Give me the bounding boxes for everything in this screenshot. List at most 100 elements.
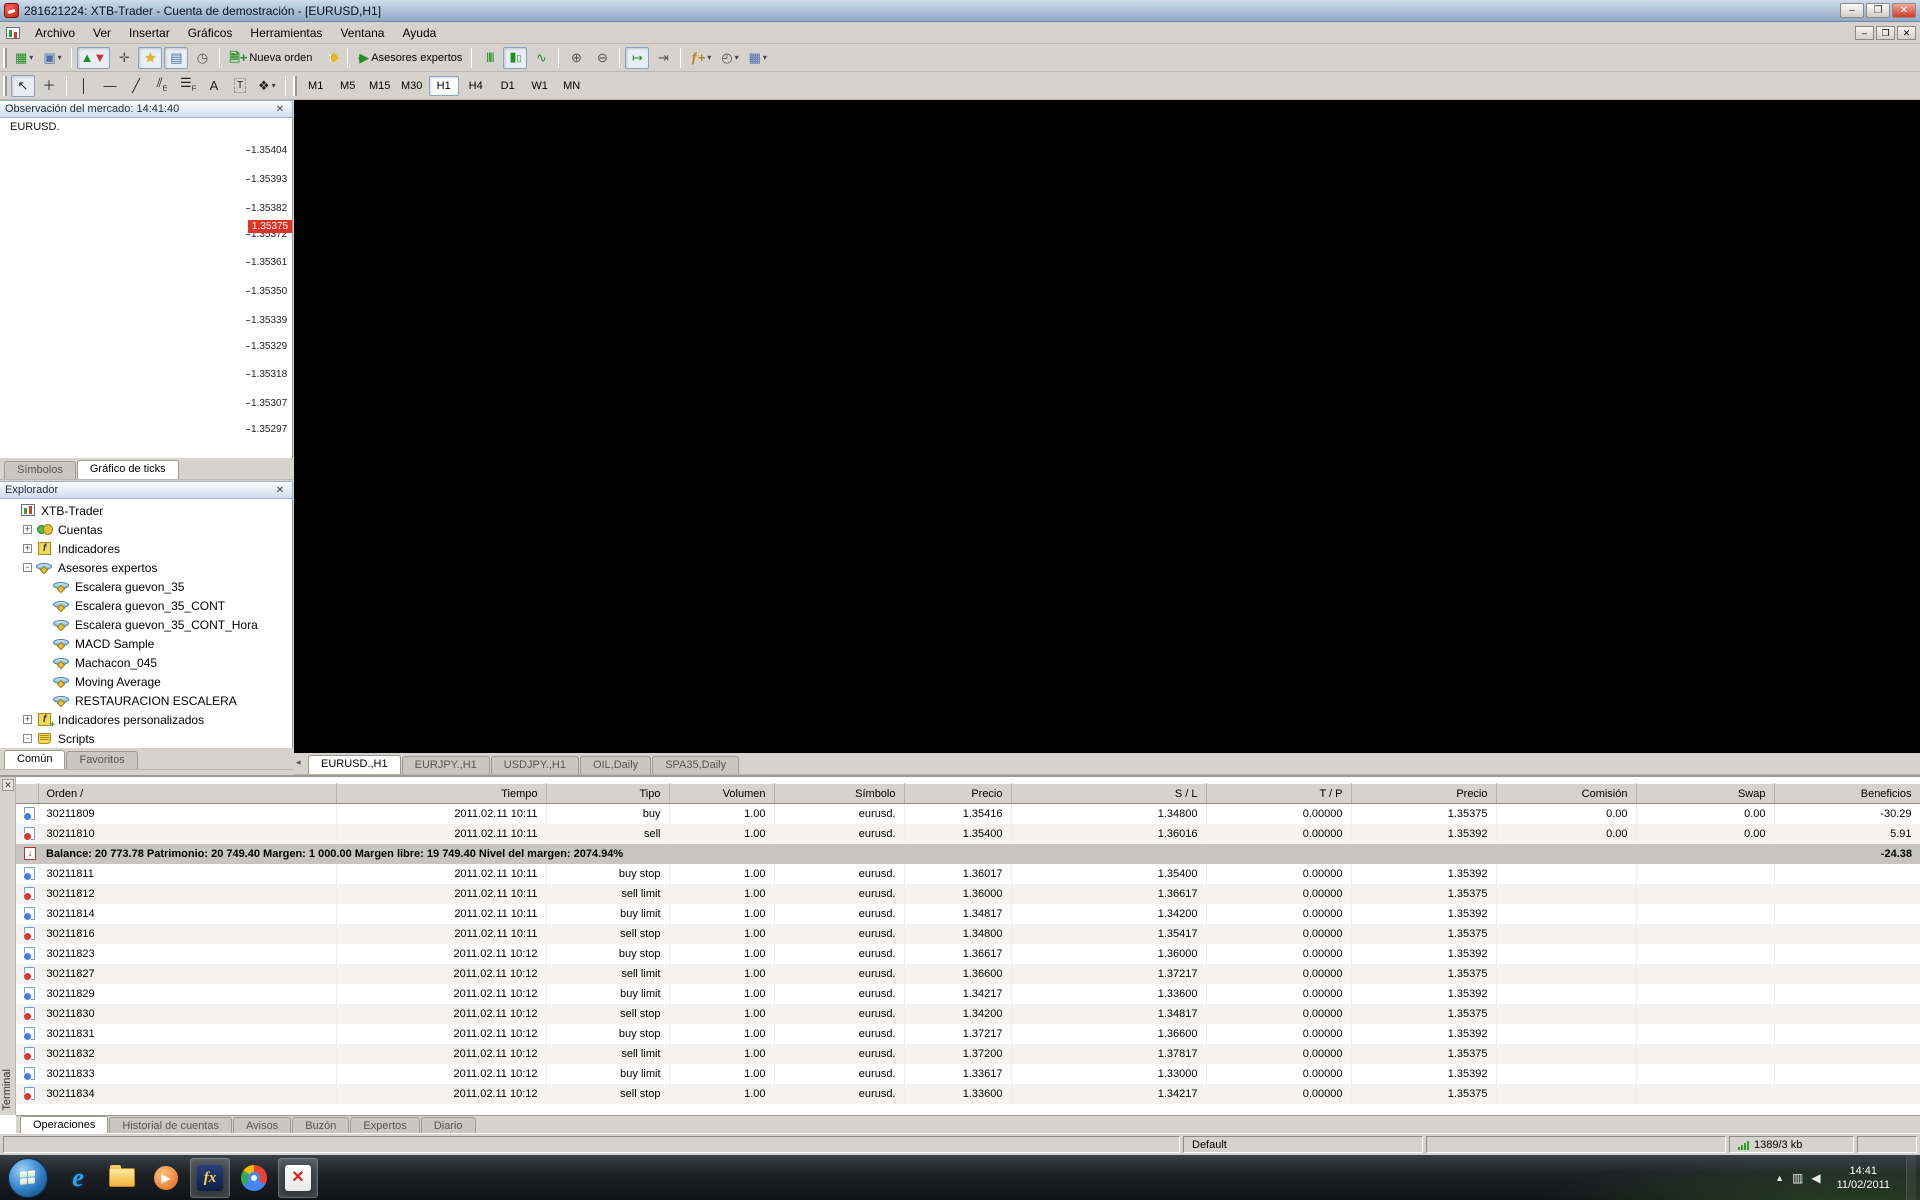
order-row[interactable]: 30211832 2011.02.11 10:12 sell limit 1.00 eu… [16, 1043, 1920, 1064]
chart-tab-eurjpy-h1[interactable]: EURJPY.,H1 [401, 756, 490, 774]
order-row[interactable]: 30211811 2011.02.11 10:11 buy stop 1.00 euru… [16, 863, 1920, 884]
candlestick-button[interactable]: ▮▯ [503, 46, 528, 69]
tick-chart[interactable] [0, 118, 293, 458]
show-desktop-button[interactable] [1906, 1155, 1916, 1200]
timeframe-m5[interactable]: M5 [333, 76, 363, 96]
timeframe-w1[interactable]: W1 [525, 76, 555, 96]
market-watch-button[interactable]: ▲▼ [76, 46, 111, 69]
taskbar-metaeditor-icon[interactable]: fx [190, 1157, 230, 1198]
tab-com-n[interactable]: Común [4, 750, 66, 769]
orders-header-T / P[interactable]: T / P [1206, 783, 1352, 804]
profiles-button[interactable]: ▣ ▾ [39, 47, 65, 69]
menu-herramientas[interactable]: Herramientas [241, 23, 331, 43]
orders-header-Comisión[interactable]: Comisión [1496, 783, 1637, 804]
zoom-in-button[interactable]: ⊕ [564, 47, 588, 69]
collapse-icon[interactable]: - [23, 734, 32, 743]
alert-button[interactable]: ◆! [318, 47, 342, 69]
market-watch-close-icon[interactable]: ✕ [273, 104, 287, 115]
chart-tab-usdjpy-h1[interactable]: USDJPY.,H1 [490, 756, 579, 774]
taskbar-chrome-icon[interactable] [234, 1158, 274, 1198]
terminal-button[interactable]: ▤ [164, 46, 189, 69]
taskbar-clock[interactable]: 14:41 11/02/2011 [1829, 1164, 1898, 1192]
expand-icon[interactable]: + [23, 525, 32, 534]
order-row[interactable]: 30211834 2011.02.11 10:12 sell stop 1.00 eur… [16, 1083, 1920, 1104]
trendline-tool[interactable]: ╱ [124, 75, 148, 97]
templates-button[interactable]: ▦ ▾ [745, 47, 771, 69]
orders-header-S / L[interactable]: S / L [1011, 783, 1207, 804]
menu-gráficos[interactable]: Gráficos [179, 23, 242, 43]
timeframe-m30[interactable]: M30 [397, 76, 427, 96]
timeframe-h4[interactable]: H4 [461, 76, 491, 96]
orders-header-Precio[interactable]: Precio [904, 783, 1012, 804]
new-order-button[interactable]: 🗎+ Nueva orden [225, 47, 316, 69]
strategy-tester-button[interactable]: ◷ [190, 47, 214, 69]
timeframe-h1[interactable]: H1 [428, 75, 459, 96]
timeframe-m15[interactable]: M15 [365, 76, 395, 96]
tree-item-macd-sample[interactable]: MACD Sample [0, 634, 292, 653]
bar-chart-button[interactable]: ‖‖ [477, 47, 501, 69]
orders-header-Orden /[interactable]: Orden / [38, 783, 337, 804]
orders-header-icon[interactable] [16, 783, 39, 804]
orders-header-Precio[interactable]: Precio [1351, 783, 1497, 804]
timeframe-mn[interactable]: MN [557, 76, 587, 96]
cursor-tool[interactable]: ↖ [11, 74, 35, 97]
mdi-close-button[interactable]: ✕ [1897, 25, 1916, 40]
tray-expand-icon[interactable]: ▲ [1775, 1173, 1784, 1183]
close-button[interactable]: ✕ [1892, 3, 1916, 18]
chart-tab-scroll-icon[interactable]: ◂ [296, 757, 301, 768]
price-chart[interactable]: #30211832 sell limit#30211827 sell limit… [294, 100, 1920, 753]
minimize-button[interactable]: – [1840, 3, 1864, 18]
indicators-button[interactable]: ƒ+ ▾ [686, 47, 715, 69]
menu-ver[interactable]: Ver [84, 23, 120, 43]
tree-item-xtb-trader[interactable]: XTB-Trader [0, 501, 292, 520]
tree-item-moving-average[interactable]: Moving Average [0, 672, 292, 691]
taskbar-media-icon[interactable]: ▶ [146, 1158, 186, 1198]
orders-header-Beneficios[interactable]: Beneficios [1774, 783, 1920, 804]
label-tool[interactable]: T [228, 75, 252, 97]
periods-button[interactable]: ◴ ▾ [717, 47, 742, 69]
fibonacci-tool[interactable]: ☰F [176, 75, 200, 97]
hline-tool[interactable]: — [98, 75, 122, 97]
navigator-close-icon[interactable]: ✕ [273, 485, 287, 496]
mdi-restore-button[interactable]: ❐ [1876, 25, 1895, 40]
text-tool[interactable]: A [202, 75, 226, 97]
order-row[interactable]: 30211816 2011.02.11 10:11 sell stop 1.00 eur… [16, 923, 1920, 944]
tree-item-scripts[interactable]: - Scripts [0, 729, 292, 748]
tree-item-indicadores[interactable]: + f Indicadores [0, 539, 292, 558]
start-button[interactable] [8, 1157, 48, 1198]
crosshair-tool[interactable]: ＋ [37, 75, 61, 97]
tab-favoritos[interactable]: Favoritos [66, 751, 138, 769]
tree-item-restauracion-escalera[interactable]: RESTAURACION ESCALERA [0, 691, 292, 710]
chart-tab-eurusd-h1[interactable]: EURUSD.,H1 [308, 755, 401, 774]
expand-icon[interactable]: + [23, 544, 32, 553]
channel-tool[interactable]: ⫽E [150, 75, 174, 97]
tree-item-asesores-expertos[interactable]: - Asesores expertos [0, 558, 292, 577]
orders-header-Tipo[interactable]: Tipo [546, 783, 670, 804]
order-row[interactable]: 30211810 2011.02.11 10:11 sell 1.00 eurusd. 1… [16, 823, 1920, 844]
navigator-button[interactable]: ★ [138, 46, 163, 69]
collapse-icon[interactable]: - [23, 563, 32, 572]
tab-s-mbolos[interactable]: Símbolos [4, 461, 76, 479]
tree-item-escalera-guevon-35[interactable]: Escalera guevon_35 [0, 577, 292, 596]
chart-tab-spa35-daily[interactable]: SPA35,Daily [652, 756, 740, 774]
vline-tool[interactable]: │ [72, 75, 96, 97]
order-row[interactable]: 30211814 2011.02.11 10:11 buy limit 1.00 eur… [16, 903, 1920, 924]
order-row[interactable]: 30211833 2011.02.11 10:12 buy limit 1.00 eur… [16, 1063, 1920, 1084]
timeframe-d1[interactable]: D1 [493, 76, 523, 96]
order-row[interactable]: 30211830 2011.02.11 10:12 sell stop 1.00 eur… [16, 1003, 1920, 1024]
line-chart-button[interactable]: ∿ [529, 47, 553, 69]
status-profile-cell[interactable]: Default [1183, 1136, 1423, 1153]
data-window-button[interactable]: ✛ [112, 47, 136, 69]
orders-header-Volumen[interactable]: Volumen [669, 783, 775, 804]
zoom-out-button[interactable]: ⊖ [590, 47, 614, 69]
tray-volume-icon[interactable]: ◀︎ [1811, 1171, 1820, 1185]
tree-item-escalera-guevon-35-cont[interactable]: Escalera guevon_35_CONT [0, 596, 292, 615]
tab-gr-fico-de-ticks[interactable]: Gráfico de ticks [76, 460, 179, 479]
menu-ayuda[interactable]: Ayuda [393, 23, 445, 43]
order-row[interactable]: 30211827 2011.02.11 10:12 sell limit 1.00 eu… [16, 963, 1920, 984]
tree-item-machacon-045[interactable]: Machacon_045 [0, 653, 292, 672]
taskbar-xtb-trader-icon[interactable] [278, 1157, 318, 1198]
tree-item-escalera-guevon-35-cont-hora[interactable]: Escalera guevon_35_CONT_Hora [0, 615, 292, 634]
chart-tab-oil-daily[interactable]: OIL,Daily [579, 756, 652, 774]
timeframe-m1[interactable]: M1 [301, 76, 331, 96]
